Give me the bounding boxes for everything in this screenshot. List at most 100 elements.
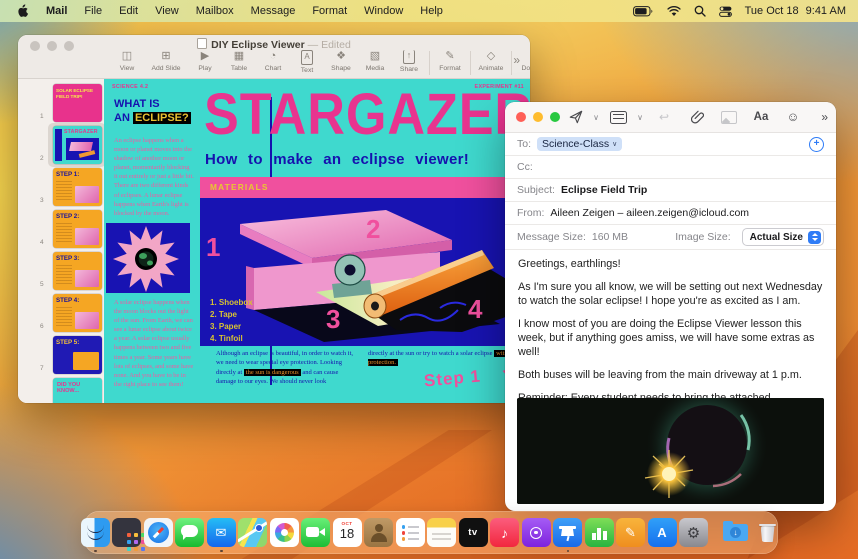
menu-bar: Mail File Edit View Mailbox Message Form… [0, 0, 858, 22]
apple-menu-icon[interactable] [16, 4, 29, 18]
image-size-select[interactable]: Actual Size [741, 228, 824, 246]
dock-icon-contacts[interactable] [364, 518, 393, 547]
materials-illustration: 1 2 3 4 1. Shoebox 2. Tape 3. Paper 4. T… [200, 198, 530, 346]
dock-icon-facetime[interactable] [301, 518, 330, 547]
share-button[interactable]: ↑ Share [392, 50, 426, 73]
to-recipient-token[interactable]: Science-Class ∨ [537, 137, 623, 151]
keynote-toolbar: ◫ View ⊞ Add Slide ▶ Play ▦ Table ◔ Chart A Te… [110, 50, 530, 75]
slide-thumbnail-3[interactable]: 3 STEP 1: [18, 167, 104, 209]
body-paragraph: I know most of you are doing the Eclipse… [518, 318, 815, 359]
slide-paragraph-2: A solar eclipse happens when the moon bl… [114, 299, 194, 388]
minimize-button[interactable] [533, 112, 543, 122]
slide-course-label: SCIENCE 4.2 [112, 84, 149, 90]
dock-icon-maps[interactable] [238, 518, 267, 547]
format-text-button[interactable]: Aa [745, 106, 777, 128]
battery-icon[interactable] [632, 5, 654, 17]
slide-thumbnail-8[interactable]: DID YOU KNOW... [18, 377, 104, 403]
animate-button[interactable]: ◇ Animate [474, 50, 508, 72]
dock-icon-trash[interactable] [753, 518, 782, 547]
dock-icon-launchpad[interactable] [112, 518, 141, 547]
dock-icon-notes[interactable] [427, 518, 456, 547]
dock-icon-app-store[interactable]: A [647, 518, 677, 547]
sun-illustration [106, 223, 190, 293]
slide-canvas[interactable]: SCIENCE 4.2 EXPERIMENT #11 WHAT IS AN EC… [104, 79, 530, 403]
eclipse-photo-attachment[interactable] [517, 398, 824, 504]
menu-item-help[interactable]: Help [420, 5, 443, 17]
menu-item-edit[interactable]: Edit [119, 5, 138, 17]
slide-4-art: STEP 2: [53, 210, 102, 248]
emoji-button[interactable]: ☺ [777, 106, 809, 128]
menu-item-mailbox[interactable]: Mailbox [196, 5, 234, 17]
slide-thumbnail-5[interactable]: 5 STEP 3: [18, 251, 104, 293]
menu-item-view[interactable]: View [155, 5, 179, 17]
dock-icon-messages[interactable] [175, 518, 204, 547]
mail-toolbar[interactable]: ∨ ∨ ↩ Aa ☺ » [505, 102, 836, 133]
keynote-titlebar[interactable]: DIY Eclipse Viewer — Edited ◫ View ⊞ Add S… [18, 35, 530, 79]
materials-header: MATERIALS [200, 177, 530, 198]
subject-field-row[interactable]: Subject: Eclipse Field Trip [505, 179, 836, 202]
menu-clock[interactable]: Tue Oct 18 9:41 AM [745, 5, 846, 17]
media-icon: ▧ [369, 50, 381, 62]
cc-field-row[interactable]: Cc: [505, 156, 836, 179]
dock-icon-podcasts[interactable] [521, 518, 551, 547]
slide-3-art: STEP 1: [53, 168, 102, 206]
close-button[interactable] [516, 112, 526, 122]
materials-item: 2. Tape [210, 310, 237, 319]
dock-icon-mail[interactable]: ✉ [206, 518, 236, 552]
menu-app-name[interactable]: Mail [46, 5, 67, 17]
zoom-button[interactable] [550, 112, 560, 122]
text-button[interactable]: A Text [290, 50, 324, 74]
dock-icon-calendar[interactable]: OCT 18 [332, 518, 362, 547]
body-paragraph: As I'm sure you all know, we will be set… [518, 281, 823, 308]
send-options-chevron-icon[interactable]: ∨ [589, 106, 603, 128]
slide-thumbnail-7[interactable]: 7 STEP 5: [18, 335, 104, 377]
dock-icon-reminders[interactable] [395, 518, 425, 547]
toolbar-separator [511, 51, 512, 75]
toolbar-overflow-button[interactable]: » [821, 106, 828, 128]
add-slide-button[interactable]: ⊞ Add Slide [144, 50, 188, 72]
menu-item-file[interactable]: File [84, 5, 102, 17]
download-arrow-icon: ↓ [730, 527, 741, 538]
add-recipient-button[interactable]: + [809, 136, 824, 152]
menu-item-format[interactable]: Format [312, 5, 347, 17]
dock-icon-downloads[interactable]: ↓ [721, 518, 750, 547]
dock-icon-pages[interactable]: ✎ [616, 518, 645, 547]
view-button[interactable]: ◫ View [110, 50, 144, 72]
table-icon: ▦ [233, 50, 245, 62]
media-button[interactable]: ▧ Media [358, 50, 392, 72]
toolbar-overflow-button[interactable]: » [513, 53, 520, 67]
slide-thumbnail-4[interactable]: 4 STEP 2: [18, 209, 104, 251]
table-button[interactable]: ▦ Table [222, 50, 256, 72]
menu-item-message[interactable]: Message [251, 5, 296, 17]
dock-icon-photos[interactable] [269, 518, 299, 547]
dock-icon-system-settings[interactable]: ⚙ [679, 518, 708, 547]
send-button[interactable] [563, 106, 589, 128]
menu-item-window[interactable]: Window [364, 5, 403, 17]
to-field-row[interactable]: To: Science-Class ∨ + [505, 133, 836, 156]
shape-button[interactable]: ❖ Shape [324, 50, 358, 72]
menu-time: 9:41 AM [805, 5, 846, 17]
dock-icon-music[interactable]: ♪ [490, 518, 519, 547]
dock-icon-safari[interactable] [143, 518, 173, 547]
image-size-label: Image Size: [675, 231, 731, 243]
materials-number-3: 3 [326, 304, 340, 334]
dock-icon-finder[interactable] [80, 518, 110, 552]
spotlight-search-icon[interactable] [694, 5, 706, 17]
slide-thumbnail-1[interactable]: 1 SOLAR ECLIPSE FIELD TRIP! [18, 83, 104, 125]
control-center-icon[interactable] [718, 6, 732, 17]
from-label: From: [517, 207, 545, 219]
attach-button[interactable] [681, 106, 713, 128]
chart-button[interactable]: ◔ Chart [256, 50, 290, 72]
format-button[interactable]: ✎ Format [433, 50, 467, 72]
header-fields-chevron-icon[interactable]: ∨ [633, 106, 647, 128]
play-button[interactable]: ▶ Play [188, 50, 222, 72]
slide-thumbnail-2-selected[interactable]: 2 STARGAZER [18, 123, 106, 167]
dock-icon-tv[interactable]: tv [458, 518, 488, 547]
slide-thumbnail-6[interactable]: 6 STEP 4: [18, 293, 104, 335]
wifi-icon[interactable] [666, 5, 681, 17]
caution-text-column-1: Although an eclipse is beautiful, in ord… [216, 350, 354, 386]
dock-icon-keynote[interactable] [553, 518, 582, 552]
dock-icon-numbers[interactable] [584, 518, 614, 547]
header-fields-button[interactable] [603, 106, 633, 128]
from-field-row[interactable]: From: Aileen Zeigen – aileen.zeigen@iclo… [505, 202, 836, 225]
